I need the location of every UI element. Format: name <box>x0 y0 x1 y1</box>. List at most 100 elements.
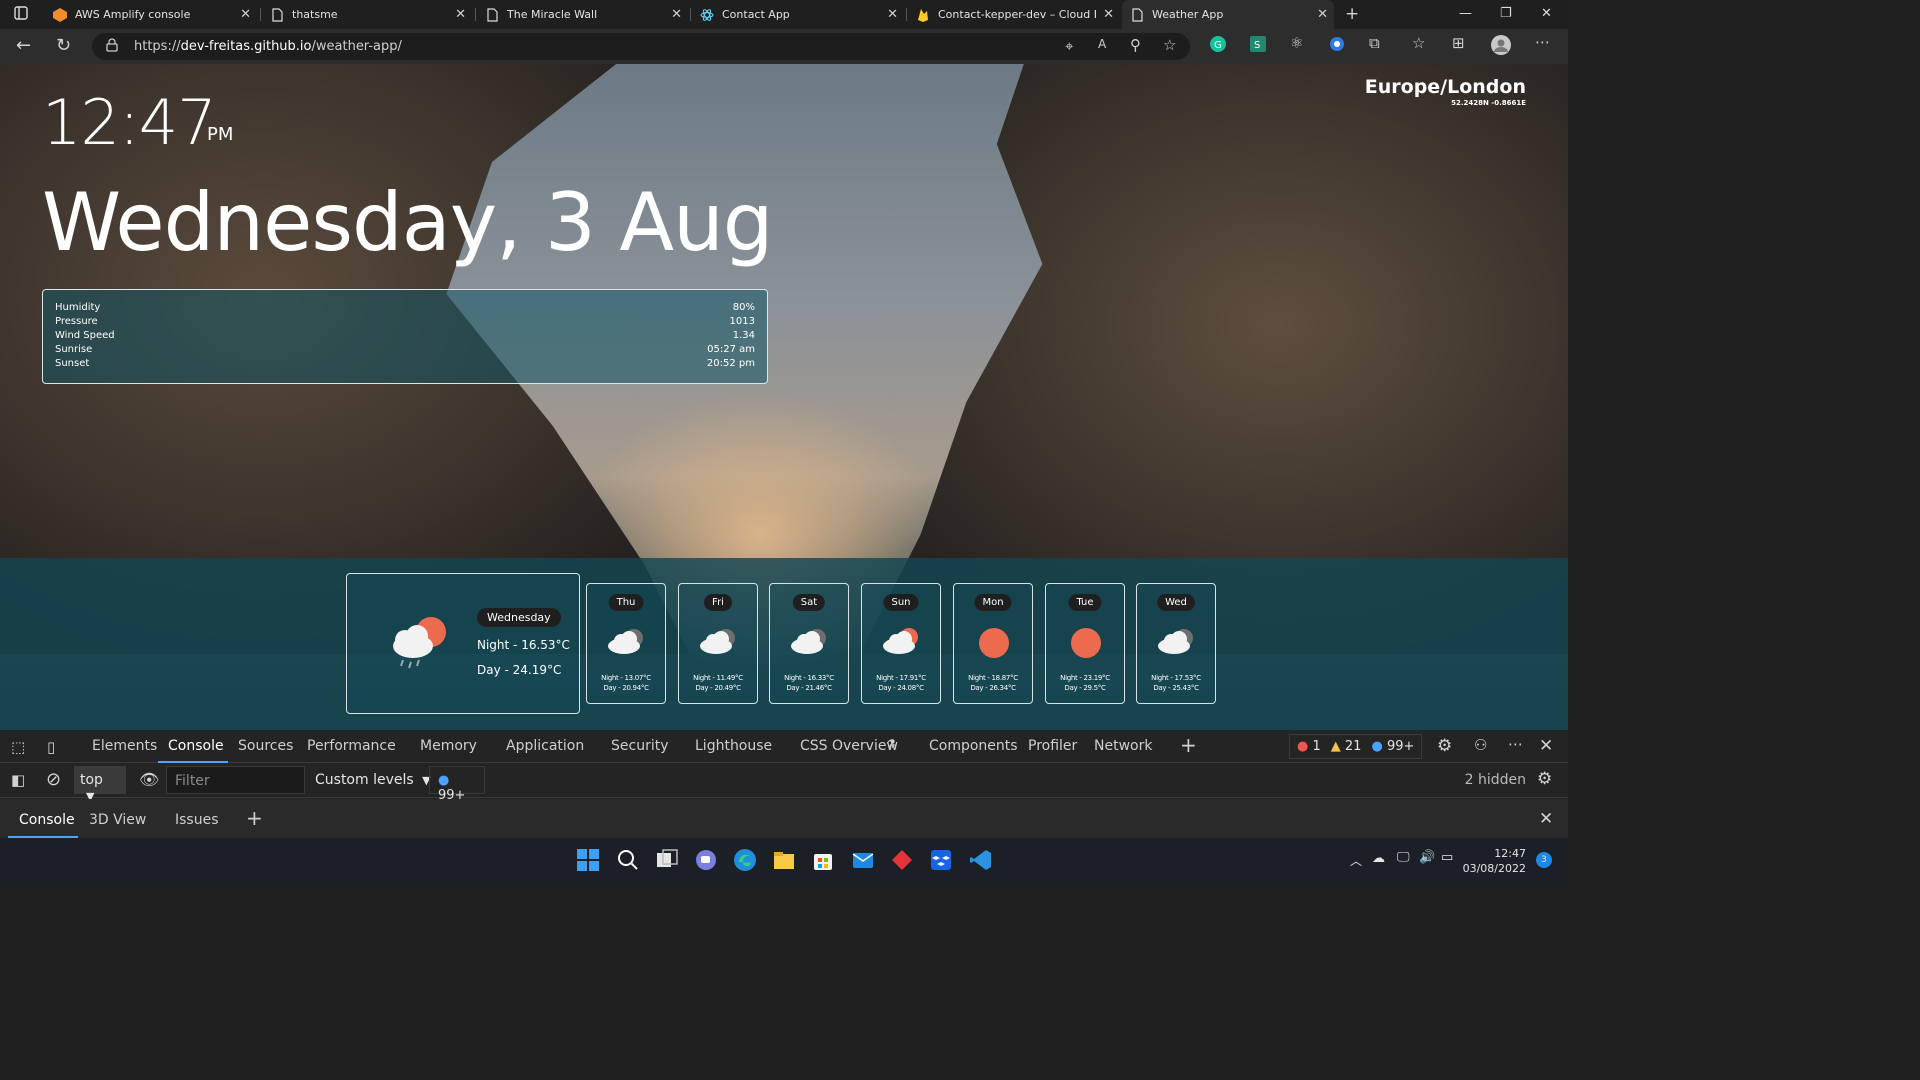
forecast-card-mon: Mon Night - 18.87°C Day - 26.34°C <box>953 583 1033 704</box>
level-message-badge[interactable]: ● 99+ <box>429 766 485 803</box>
tab-thatsme[interactable]: thatsme ✕ <box>262 0 472 29</box>
window-close-icon[interactable]: ✕ <box>1541 6 1552 21</box>
location-icon[interactable]: ⌖ <box>1065 37 1073 55</box>
more-tools-icon[interactable]: ⋯ <box>1508 735 1523 753</box>
search-icon[interactable] <box>616 848 640 872</box>
refresh-icon[interactable]: ↻ <box>56 35 71 56</box>
detail-row-wind-speed: Wind Speed 1.34 <box>55 330 755 341</box>
timezone-name: Europe/London <box>1364 76 1526 98</box>
edge-icon[interactable] <box>733 848 757 872</box>
close-icon[interactable]: ✕ <box>1103 7 1114 22</box>
git-app-icon[interactable] <box>890 848 914 872</box>
tab-aws-amplify[interactable]: AWS Amplify console ✕ <box>45 0 257 29</box>
restore-icon[interactable]: ❐ <box>1500 6 1512 21</box>
file-explorer-icon[interactable] <box>772 848 796 872</box>
new-tab-icon[interactable]: + <box>1345 4 1359 24</box>
close-icon[interactable]: ✕ <box>455 7 466 22</box>
issue-counters[interactable]: ● 1 ▲ 21 ● 99+ <box>1289 734 1423 759</box>
battery-icon[interactable]: ▭ <box>1441 850 1453 865</box>
tab-contact-app[interactable]: Contact App ✕ <box>692 0 904 29</box>
teams-chat-icon[interactable] <box>694 848 718 872</box>
drawer-tab-3d-view[interactable]: 3D View <box>89 812 146 828</box>
favorite-add-icon[interactable]: ☆ <box>1163 36 1176 54</box>
tab-memory[interactable]: Memory <box>420 738 477 754</box>
drawer-tab-issues[interactable]: Issues <box>175 812 219 828</box>
tab-css-overview[interactable]: CSS Overview <box>800 738 898 754</box>
mail-icon[interactable] <box>851 848 875 872</box>
sidebar-toggle-icon[interactable]: ◧ <box>11 771 25 789</box>
close-icon[interactable]: ✕ <box>671 7 682 22</box>
volume-icon[interactable]: 🔊 <box>1419 850 1435 865</box>
dropbox-icon[interactable] <box>929 848 953 872</box>
microsoft-store-icon[interactable] <box>811 848 835 872</box>
task-view-icon[interactable] <box>655 848 679 872</box>
add-drawer-tab-icon[interactable]: + <box>246 806 263 830</box>
tab-lighthouse[interactable]: Lighthouse <box>695 738 772 754</box>
notification-badge[interactable]: 3 <box>1536 852 1552 868</box>
tab-console[interactable]: Console <box>168 738 224 754</box>
tab-firebase[interactable]: Contact-kepper-dev – Cloud Fire ✕ <box>908 0 1120 29</box>
tab-security[interactable]: Security <box>611 738 669 754</box>
back-icon[interactable]: ← <box>16 35 31 56</box>
close-devtools-icon[interactable]: ✕ <box>1539 736 1553 756</box>
console-settings-icon[interactable]: ⚙ <box>1537 769 1552 789</box>
forecast-night-temp: Night - 16.33°C <box>784 674 834 682</box>
feedback-icon[interactable]: ⚇ <box>1474 736 1487 754</box>
forecast-day-temp: Day - 20.94°C <box>603 684 649 692</box>
tab-profiler[interactable]: Profiler <box>1028 738 1077 754</box>
tab-elements[interactable]: Elements <box>92 738 157 754</box>
onedrive-icon[interactable]: ☁ <box>1372 851 1385 866</box>
device-emulation-icon[interactable]: ▯ <box>47 738 55 756</box>
close-icon[interactable]: ✕ <box>887 7 898 22</box>
extension-blue-icon[interactable] <box>1329 36 1345 56</box>
windows-start-icon[interactable] <box>576 848 600 872</box>
more-options-icon[interactable]: ⋯ <box>1535 33 1550 51</box>
zoom-icon[interactable]: ⚲ <box>1130 36 1141 54</box>
tab-title: Weather App <box>1152 8 1224 21</box>
firebase-icon <box>916 8 930 22</box>
drawer-tab-console[interactable]: Console <box>19 812 75 828</box>
close-drawer-icon[interactable]: ✕ <box>1539 809 1553 829</box>
collections-icon[interactable]: ⊞ <box>1452 34 1465 52</box>
message-icon: ● <box>1371 739 1383 754</box>
close-icon[interactable]: ✕ <box>240 7 251 22</box>
react-devtools-icon[interactable]: ⚛ <box>1290 34 1303 52</box>
tab-application[interactable]: Application <box>506 738 584 754</box>
url-bar[interactable]: https://dev-freitas.github.io/weather-ap… <box>92 33 1190 60</box>
inspect-element-icon[interactable]: ⬚ <box>11 738 25 756</box>
lock-icon[interactable] <box>106 38 118 56</box>
url-text[interactable]: https://dev-freitas.github.io/weather-ap… <box>134 39 402 54</box>
tab-sources[interactable]: Sources <box>238 738 293 754</box>
tab-network[interactable]: Network <box>1094 738 1152 754</box>
tab-miracle-wall[interactable]: The Miracle Wall ✕ <box>477 0 688 29</box>
tab-weather-app[interactable]: Weather App ✕ <box>1122 0 1334 29</box>
close-icon[interactable]: ✕ <box>1317 7 1328 22</box>
hidden-count: 2 hidden <box>1464 772 1526 788</box>
read-aloud-icon[interactable]: A <box>1098 37 1106 51</box>
tab-performance[interactable]: Performance <box>307 738 396 754</box>
forecast-card-wed: Wed Night - 17.53°C Day - 25.43°C <box>1136 583 1216 704</box>
show-hidden-icons-icon[interactable]: ︿ <box>1350 852 1362 869</box>
grammarly-icon[interactable]: G <box>1210 36 1226 56</box>
page-icon <box>1130 7 1144 22</box>
tab-components[interactable]: Components <box>929 738 1018 754</box>
favorites-icon[interactable]: ☆ <box>1412 34 1425 52</box>
filter-input[interactable]: Filter <box>166 766 305 794</box>
settings-icon[interactable]: ⚙ <box>1437 736 1452 756</box>
log-levels-dropdown[interactable]: Custom levels ▼ <box>315 772 431 788</box>
forecast-day-temp: Day - 25.43°C <box>1153 684 1199 692</box>
clear-console-icon[interactable]: ⊘ <box>46 769 61 790</box>
live-expression-icon[interactable]: 👁 <box>139 770 159 789</box>
context-select[interactable]: top ▼ <box>74 766 126 803</box>
taskbar-clock[interactable]: 12:47 03/08/2022 <box>1462 846 1526 876</box>
add-tab-icon[interactable]: + <box>1180 733 1197 757</box>
extensions-icon[interactable]: ⧉ <box>1369 34 1380 52</box>
minimize-icon[interactable]: — <box>1459 6 1472 21</box>
extension-s-icon[interactable]: S <box>1250 36 1266 56</box>
taskbar-time: 12:47 <box>1494 847 1526 860</box>
tab-actions-icon[interactable] <box>14 6 28 24</box>
cloud-sun-icon <box>879 626 925 660</box>
vscode-icon[interactable] <box>969 848 993 872</box>
profile-avatar[interactable] <box>1491 35 1511 59</box>
network-icon[interactable]: 🖵 <box>1397 850 1410 865</box>
